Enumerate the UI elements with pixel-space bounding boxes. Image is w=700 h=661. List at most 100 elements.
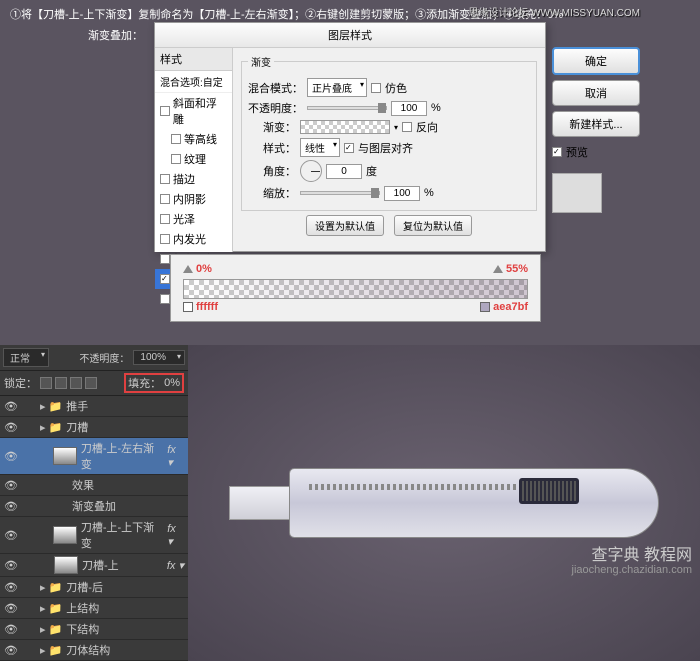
lock-position-icon[interactable] bbox=[70, 377, 82, 389]
scale-slider[interactable] bbox=[300, 191, 380, 195]
visibility-icon[interactable]: 👁 bbox=[4, 400, 18, 413]
layer-item[interactable]: 👁▸ 📁刀体结构 bbox=[0, 640, 188, 661]
dither-checkbox[interactable] bbox=[371, 83, 381, 93]
layer-name: 刀槽-上-左右渐变 bbox=[81, 440, 163, 472]
layer-item[interactable]: 👁刀槽-上-上下渐变fx ▾ bbox=[0, 517, 188, 554]
set-default-button[interactable]: 设置为默认值 bbox=[306, 215, 384, 236]
knife-illustration bbox=[229, 458, 659, 548]
preview-label: 预览 bbox=[566, 144, 588, 160]
new-style-button[interactable]: 新建样式... bbox=[552, 111, 640, 137]
visibility-icon[interactable]: 👁 bbox=[4, 623, 18, 636]
layer-name: 推手 bbox=[66, 398, 88, 414]
blend-mode-layers-select[interactable]: 正常 bbox=[3, 348, 49, 367]
layer-name: 渐变叠加 bbox=[72, 498, 116, 514]
layer-name: 刀槽-后 bbox=[66, 579, 103, 595]
layer-item[interactable]: 👁▸ 📁下结构 bbox=[0, 619, 188, 640]
lock-label: 锁定： bbox=[4, 375, 37, 391]
style-select[interactable]: 线性 bbox=[300, 138, 340, 157]
style-list: 样式 混合选项:自定 斜面和浮雕 等高线 纹理 描边 内阴影 光泽 内发光 颜色… bbox=[155, 48, 233, 252]
dialog-title: 图层样式 bbox=[155, 23, 545, 48]
style-item-inner-shadow[interactable]: 内阴影 bbox=[155, 189, 232, 209]
opacity-right-value: 55% bbox=[506, 263, 528, 275]
layer-name: 刀槽 bbox=[66, 419, 88, 435]
gradient-label: 渐变： bbox=[248, 119, 296, 135]
opacity-input[interactable] bbox=[391, 101, 427, 116]
gradient-bar[interactable] bbox=[183, 279, 528, 299]
cancel-button[interactable]: 取消 bbox=[552, 80, 640, 106]
color-right-hex: aea7bf bbox=[493, 301, 528, 313]
opacity-stop-right[interactable] bbox=[493, 265, 503, 273]
visibility-icon[interactable]: 👁 bbox=[4, 581, 18, 594]
opacity-stop-left[interactable] bbox=[183, 265, 193, 273]
layer-style-dialog: 图层样式 样式 混合选项:自定 斜面和浮雕 等高线 纹理 描边 内阴影 光泽 内… bbox=[154, 22, 546, 252]
layer-name: 刀槽-上 bbox=[82, 557, 119, 573]
style-item-contour[interactable]: 等高线 bbox=[155, 129, 232, 149]
layer-item[interactable]: 👁▸ 📁推手 bbox=[0, 396, 188, 417]
angle-input[interactable] bbox=[326, 164, 362, 179]
style-item-bevel[interactable]: 斜面和浮雕 bbox=[155, 93, 232, 129]
layers-opacity-value[interactable]: 100% bbox=[133, 350, 185, 365]
canvas-artwork bbox=[188, 345, 700, 661]
layer-item[interactable]: 👁刀槽-上-左右渐变fx ▾ bbox=[0, 438, 188, 475]
visibility-icon[interactable]: 👁 bbox=[4, 529, 18, 542]
reverse-checkbox[interactable] bbox=[402, 122, 412, 132]
visibility-icon[interactable]: 👁 bbox=[4, 421, 18, 434]
layer-name: 效果 bbox=[72, 477, 94, 493]
visibility-icon[interactable]: 👁 bbox=[4, 559, 18, 572]
layers-opacity-label: 不透明度： bbox=[79, 350, 129, 365]
visibility-icon[interactable]: 👁 bbox=[4, 602, 18, 615]
color-left-hex: ffffff bbox=[196, 301, 218, 313]
align-checkbox[interactable] bbox=[344, 143, 354, 153]
watermark-bottom: 查字典 教程网 jiaocheng.chazidian.com bbox=[572, 549, 692, 577]
blend-options-item[interactable]: 混合选项:自定 bbox=[155, 71, 232, 93]
style-list-header: 样式 bbox=[155, 48, 232, 71]
fill-label: 填充： bbox=[128, 375, 161, 391]
photoshop-panel: 正常 不透明度： 100% 锁定： 填充： 0% 👁▸ 📁推手👁▸ 📁刀槽👁刀槽… bbox=[0, 345, 700, 661]
color-stop-right[interactable] bbox=[480, 302, 490, 312]
preview-checkbox[interactable] bbox=[552, 147, 562, 157]
lock-transparency-icon[interactable] bbox=[40, 377, 52, 389]
style-item-satin[interactable]: 光泽 bbox=[155, 209, 232, 229]
layer-item[interactable]: 👁 效果 bbox=[0, 475, 188, 496]
layer-item[interactable]: 👁▸ 📁上结构 bbox=[0, 598, 188, 619]
reverse-label: 反向 bbox=[416, 119, 438, 135]
layer-item[interactable]: 👁 渐变叠加 bbox=[0, 496, 188, 517]
visibility-icon[interactable]: 👁 bbox=[4, 500, 18, 513]
layer-item[interactable]: 👁刀槽-上fx ▾ bbox=[0, 554, 188, 577]
style-label: 样式： bbox=[248, 140, 296, 156]
watermark-top: 思缘设计论坛 WWW.MISSYUAN.COM bbox=[468, 4, 640, 19]
scale-input[interactable] bbox=[384, 186, 420, 201]
ok-button[interactable]: 确定 bbox=[552, 47, 640, 75]
section-legend: 渐变 bbox=[248, 54, 274, 69]
angle-dial[interactable] bbox=[300, 160, 322, 182]
layer-name: 刀槽-上-上下渐变 bbox=[81, 519, 163, 551]
visibility-icon[interactable]: 👁 bbox=[4, 450, 18, 463]
blend-mode-label: 混合模式： bbox=[248, 80, 303, 96]
opacity-label: 不透明度： bbox=[248, 100, 303, 116]
dither-label: 仿色 bbox=[385, 80, 407, 96]
style-item-texture[interactable]: 纹理 bbox=[155, 149, 232, 169]
align-label: 与图层对齐 bbox=[358, 140, 413, 156]
reset-default-button[interactable]: 复位为默认值 bbox=[394, 215, 472, 236]
style-item-inner-glow[interactable]: 内发光 bbox=[155, 229, 232, 249]
blend-mode-select[interactable]: 正片叠底 bbox=[307, 78, 367, 97]
lock-pixels-icon[interactable] bbox=[55, 377, 67, 389]
opacity-slider[interactable] bbox=[307, 106, 387, 110]
layer-name: 上结构 bbox=[66, 600, 99, 616]
visibility-icon[interactable]: 👁 bbox=[4, 644, 18, 657]
visibility-icon[interactable]: 👁 bbox=[4, 479, 18, 492]
gradient-editor: 0% 55% ffffff aea7bf bbox=[170, 254, 541, 322]
layer-item[interactable]: 👁▸ 📁刀槽-后 bbox=[0, 577, 188, 598]
gradient-settings: 渐变 混合模式： 正片叠底 仿色 不透明度： % 渐变： ▾ bbox=[233, 48, 545, 252]
fill-value[interactable]: 0% bbox=[164, 377, 180, 389]
gradient-preview[interactable] bbox=[300, 120, 390, 134]
gradient-dropdown-icon[interactable]: ▾ bbox=[394, 123, 398, 132]
preview-thumbnail bbox=[552, 173, 602, 213]
dialog-anchor-label: 渐变叠加： bbox=[88, 27, 143, 43]
scale-label: 缩放： bbox=[248, 185, 296, 201]
angle-label: 角度： bbox=[248, 163, 296, 179]
color-stop-left[interactable] bbox=[183, 302, 193, 312]
layer-item[interactable]: 👁▸ 📁刀槽 bbox=[0, 417, 188, 438]
style-item-stroke[interactable]: 描边 bbox=[155, 169, 232, 189]
lock-all-icon[interactable] bbox=[85, 377, 97, 389]
